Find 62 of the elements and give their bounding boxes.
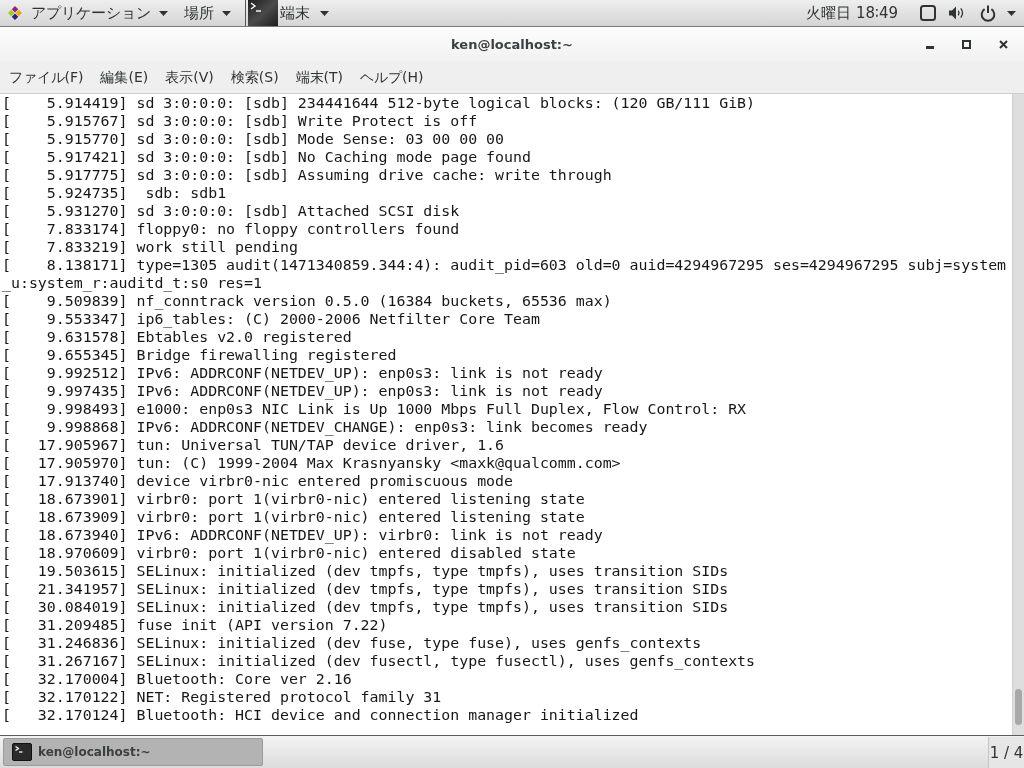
minimize-icon	[925, 46, 934, 49]
terminal-line: [ 5.915767] sd 3:0:0:0: [sdb] Write Protect is off	[2, 112, 478, 130]
terminal-line: [ 9.998493] e1000: enp0s3 NIC Link is Up 1000 Mbps Full Duplex, Flow Control: RX	[2, 400, 747, 418]
terminal-line: [ 32.170004] Bluetooth: Core ver 2.16	[2, 670, 352, 688]
terminal-line: _u:system_r:auditd_t:s0 res=1	[2, 274, 262, 292]
terminal-line: [ 9.509839] nf_conntrack version 0.5.0 (16384 buckets, 65536 max)	[2, 292, 612, 310]
menu-item[interactable]: 編集(E)	[92, 64, 157, 91]
window-title: ken@localhost:~	[451, 37, 573, 52]
terminal-line: [ 5.915770] sd 3:0:0:0: [sdb] Mode Sense: 03 00 00 00	[2, 130, 505, 148]
terminal-line: [ 5.917775] sd 3:0:0:0: [sdb] Assuming drive cache: write through	[2, 166, 612, 184]
terminal-line: [ 18.673901] virbr0: port 1(virbr0-nic) entered listening state	[2, 490, 585, 508]
taskbar-button[interactable]: ken@localhost:~	[3, 738, 263, 766]
terminal-line: [ 31.267167] SELinux: initialized (dev fusectl, type fusectl), uses genfs_contexts	[2, 652, 756, 670]
terminal-line: [ 9.998868] IPv6: ADDRCONF(NETDEV_CHANGE): enp0s3: link becomes ready	[2, 418, 648, 436]
terminal-line: [ 9.997435] IPv6: ADDRCONF(NETDEV_UP): enp0s3: link is not ready	[2, 382, 603, 400]
volume-icon	[949, 6, 965, 20]
close-icon	[999, 40, 1008, 49]
terminal-icon	[12, 743, 32, 761]
caret-icon	[159, 10, 168, 16]
caret-icon	[320, 10, 329, 16]
menu-item[interactable]: 検索(S)	[222, 64, 288, 91]
terminal-line: [ 19.503615] SELinux: initialized (dev tmpfs, type tmpfs), uses transition SIDs	[2, 562, 729, 580]
menu-item[interactable]: ヘルプ(H)	[351, 64, 433, 91]
applications-menu[interactable]: アプリケーション	[0, 0, 176, 26]
terminal-line: [ 9.553347] ip6_tables: (C) 2000-2006 Netfilter Core Team	[2, 310, 540, 328]
window-icon	[920, 5, 936, 21]
places-menu[interactable]: 場所	[176, 0, 239, 26]
terminal-icon	[248, 0, 278, 26]
terminal-line: [ 5.914419] sd 3:0:0:0: [sdb] 234441644 512-byte logical blocks: (120 GB/111 GiB)	[2, 94, 756, 112]
terminal-line: [ 17.913740] device virbr0-nic entered promiscuous mode	[2, 472, 513, 490]
terminal-line: [ 18.970609] virbr0: port 1(virbr0-nic) entered disabled state	[2, 544, 576, 562]
terminal-line: [ 18.673909] virbr0: port 1(virbr0-nic) entered listening state	[2, 508, 585, 526]
terminal-line: [ 5.924735] sdb: sdb1	[2, 184, 227, 202]
scrollbar-thumb[interactable]	[1015, 689, 1022, 725]
terminal-line: [ 7.833219] work still pending	[2, 238, 298, 256]
terminal-line: [ 5.917421] sd 3:0:0:0: [sdb] No Caching mode page found	[2, 148, 531, 166]
terminal-line: [ 18.673940] IPv6: ADDRCONF(NETDEV_UP): virbr0: link is not ready	[2, 526, 603, 544]
caret-icon	[222, 10, 231, 16]
terminal-line: [ 9.655345] Bridge firewalling registered	[2, 346, 397, 364]
app-menu[interactable]: 端末	[248, 0, 337, 26]
terminal-line: [ 7.833174] floppy0: no floppy controllers found	[2, 220, 460, 238]
terminal-line: [ 32.170124] Bluetooth: HCI device and connection manager initialized	[2, 706, 639, 724]
terminal-line: [ 32.170122] NET: Registered protocol family 31	[2, 688, 442, 706]
workspace-indicator[interactable]: 1 / 4	[988, 737, 1024, 768]
caret-icon	[1007, 10, 1016, 16]
pinwheel-icon	[7, 5, 23, 21]
power-icon	[980, 4, 996, 22]
terminal-line: [ 31.209485] fuse init (API version 7.22)	[2, 616, 388, 634]
terminal-line: [ 17.905967] tun: Universal TUN/TAP device driver, 1.6	[2, 436, 505, 454]
menu-item[interactable]: 表示(V)	[156, 64, 223, 91]
maximize-icon	[962, 40, 971, 49]
terminal-line: [ 17.905970] tun: (C) 1999-2004 Max Krasnyansky <maxk@qualcomm.com>	[2, 454, 621, 472]
terminal-line: [ 30.084019] SELinux: initialized (dev tmpfs, type tmpfs), uses transition SIDs	[2, 598, 729, 616]
menu-item[interactable]: 端末(T)	[287, 64, 352, 91]
clock[interactable]: 火曜日 18∶49	[799, 0, 912, 26]
menu-item[interactable]: ファイル(F)	[0, 64, 92, 91]
terminal-line: [ 5.931270] sd 3:0:0:0: [sdb] Attached SCSI disk	[2, 202, 460, 220]
terminal-line: [ 8.138171] type=1305 audit(1471340859.344:4): audit_pid=603 old=0 auid=4294967295 ses=4294967295 subj=system	[2, 256, 1007, 274]
terminal-line: [ 9.631578] Ebtables v2.0 registered	[2, 328, 352, 346]
terminal-line: [ 31.246836] SELinux: initialized (dev fuse, type fuse), uses genfs_contexts	[2, 634, 702, 652]
terminal-line: [ 21.341957] SELinux: initialized (dev tmpfs, type tmpfs), uses transition SIDs	[2, 580, 729, 598]
terminal-line: [ 9.992512] IPv6: ADDRCONF(NETDEV_UP): enp0s3: link is not ready	[2, 364, 603, 382]
